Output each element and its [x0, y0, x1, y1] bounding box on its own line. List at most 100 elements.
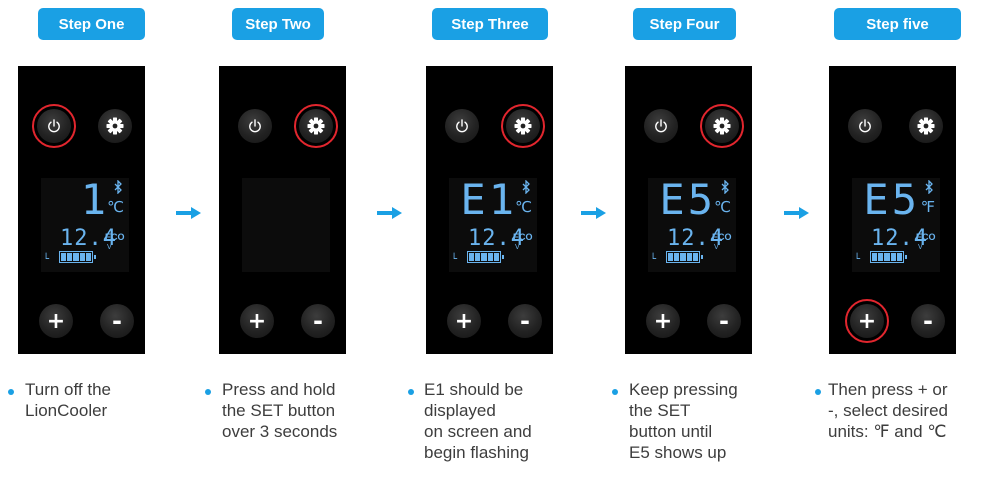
lcd-main-code: 1: [80, 175, 109, 224]
plus-button[interactable]: +: [845, 299, 889, 343]
bullet-icon: [205, 389, 211, 395]
minus-button[interactable]: -: [301, 304, 335, 338]
corner-marker-icon: └: [43, 254, 50, 265]
caption-line: Press and hold: [222, 380, 336, 399]
step-caption: Keep pressing the SET button until E5 shows…: [629, 379, 738, 463]
temperature-unit: ℃: [515, 198, 532, 216]
volt-unit: V: [918, 244, 923, 251]
eco-indicator: ECO: [916, 232, 936, 242]
arrow-right-icon: [581, 206, 607, 220]
temperature-unit: ℃: [714, 198, 731, 216]
bullet-icon: [8, 389, 14, 395]
power-button[interactable]: [848, 109, 882, 143]
caption-line: on screen and: [424, 422, 532, 441]
set-button[interactable]: [909, 109, 943, 143]
set-button[interactable]: [294, 104, 338, 148]
gear-icon: [307, 117, 325, 135]
control-panel: E5 ℃ 12.4 ECO V └ + -: [625, 66, 752, 354]
caption-line: Then press + or: [828, 380, 948, 399]
bullet-icon: [815, 389, 821, 395]
set-button[interactable]: [501, 104, 545, 148]
minus-button[interactable]: -: [508, 304, 542, 338]
caption-line: the SET: [629, 401, 691, 420]
lcd-main-code: E5: [659, 175, 716, 224]
step-caption: E1 should be displayed on screen and begin …: [424, 379, 532, 463]
caption-line: E5 shows up: [629, 443, 727, 462]
step-tab: Step One: [38, 8, 145, 40]
temperature-unit: ℉: [920, 198, 935, 216]
volt-unit: V: [714, 244, 719, 251]
lcd-display: E5 ℉ 12.4 ECO V └: [852, 178, 940, 272]
bullet-icon: [612, 389, 618, 395]
lcd-display: [242, 178, 330, 272]
step-tab: Step five: [834, 8, 961, 40]
power-button[interactable]: [644, 109, 678, 143]
caption-line: Keep pressing: [629, 380, 738, 399]
power-button[interactable]: [238, 109, 272, 143]
control-panel: E5 ℉ 12.4 ECO V └ + -: [829, 66, 956, 354]
lcd-main-code: E1: [460, 175, 517, 224]
minus-button[interactable]: -: [100, 304, 134, 338]
temperature-unit: ℃: [107, 198, 124, 216]
caption-line: displayed: [424, 401, 496, 420]
step-caption: Turn off the LionCooler: [25, 379, 111, 421]
control-panel: 1 ℃ 12.4 ECO V └ + -: [18, 66, 145, 354]
minus-button[interactable]: -: [707, 304, 741, 338]
step-tab: Step Two: [232, 8, 324, 40]
gear-icon: [713, 117, 731, 135]
set-button[interactable]: [98, 109, 132, 143]
step-caption: Press and hold the SET button over 3 secon…: [222, 379, 337, 442]
volt-unit: V: [107, 244, 112, 251]
caption-line: units: ℉ and ℃: [828, 422, 947, 441]
caption-line: button until: [629, 422, 713, 441]
power-button[interactable]: [445, 109, 479, 143]
power-button[interactable]: [32, 104, 76, 148]
bluetooth-icon: [924, 179, 934, 199]
eco-indicator: ECO: [105, 232, 125, 242]
battery-icon: [467, 251, 504, 263]
power-icon: [653, 118, 669, 134]
step-tab: Step Four: [633, 8, 736, 40]
control-panel: E1 ℃ 12.4 ECO V └ + -: [426, 66, 553, 354]
lcd-display: E1 ℃ 12.4 ECO V └: [449, 178, 537, 272]
corner-marker-icon: └: [650, 254, 657, 265]
bluetooth-icon: [720, 179, 730, 199]
eco-indicator: ECO: [513, 232, 533, 242]
caption-line: over 3 seconds: [222, 422, 338, 441]
set-button[interactable]: [700, 104, 744, 148]
gear-icon: [514, 117, 532, 135]
arrow-right-icon: [784, 206, 810, 220]
control-panel: + -: [219, 66, 346, 354]
eco-indicator: ECO: [712, 232, 732, 242]
caption-line: LionCooler: [25, 401, 108, 420]
step-caption: Then press + or -, select desired units: ℉…: [828, 379, 948, 442]
plus-button[interactable]: +: [646, 304, 680, 338]
caption-line: begin flashing: [424, 443, 529, 462]
step-tab: Step Three: [432, 8, 548, 40]
lcd-display: 1 ℃ 12.4 ECO V └: [41, 178, 129, 272]
power-icon: [454, 118, 470, 134]
gear-icon: [106, 117, 124, 135]
lcd-display: E5 ℃ 12.4 ECO V └: [648, 178, 736, 272]
power-icon: [247, 118, 263, 134]
gear-icon: [917, 117, 935, 135]
bullet-icon: [408, 389, 414, 395]
plus-button[interactable]: +: [240, 304, 274, 338]
lcd-main-code: E5: [863, 175, 920, 224]
plus-button[interactable]: +: [447, 304, 481, 338]
corner-marker-icon: └: [854, 254, 861, 265]
bluetooth-icon: [113, 179, 123, 199]
power-icon: [857, 118, 873, 134]
arrow-right-icon: [176, 206, 202, 220]
caption-line: Turn off the: [25, 380, 111, 399]
plus-button[interactable]: +: [39, 304, 73, 338]
corner-marker-icon: └: [451, 254, 458, 265]
caption-line: -, select desired: [828, 401, 948, 420]
arrow-right-icon: [377, 206, 403, 220]
caption-line: E1 should be: [424, 380, 524, 399]
power-icon: [46, 118, 62, 134]
bluetooth-icon: [521, 179, 531, 199]
volt-unit: V: [515, 244, 520, 251]
minus-button[interactable]: -: [911, 304, 945, 338]
battery-icon: [870, 251, 907, 263]
